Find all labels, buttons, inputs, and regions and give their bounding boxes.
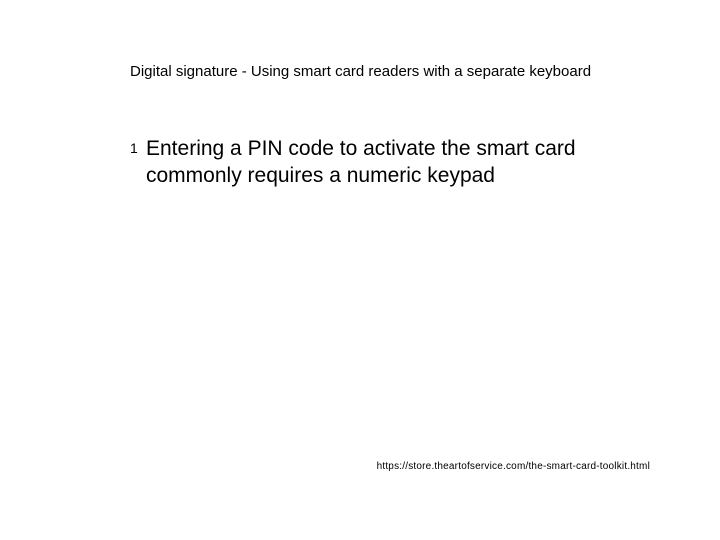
slide: Digital signature - Using smart card rea… — [0, 0, 720, 540]
slide-title: Digital signature - Using smart card rea… — [130, 62, 660, 82]
bullet-number: 1 — [130, 135, 140, 157]
bullet-item: 1 Entering a PIN code to activate the sm… — [130, 135, 650, 190]
bullet-text: Entering a PIN code to activate the smar… — [146, 135, 650, 190]
footer-url: https://store.theartofservice.com/the-sm… — [377, 461, 650, 472]
slide-body: 1 Entering a PIN code to activate the sm… — [130, 135, 650, 190]
